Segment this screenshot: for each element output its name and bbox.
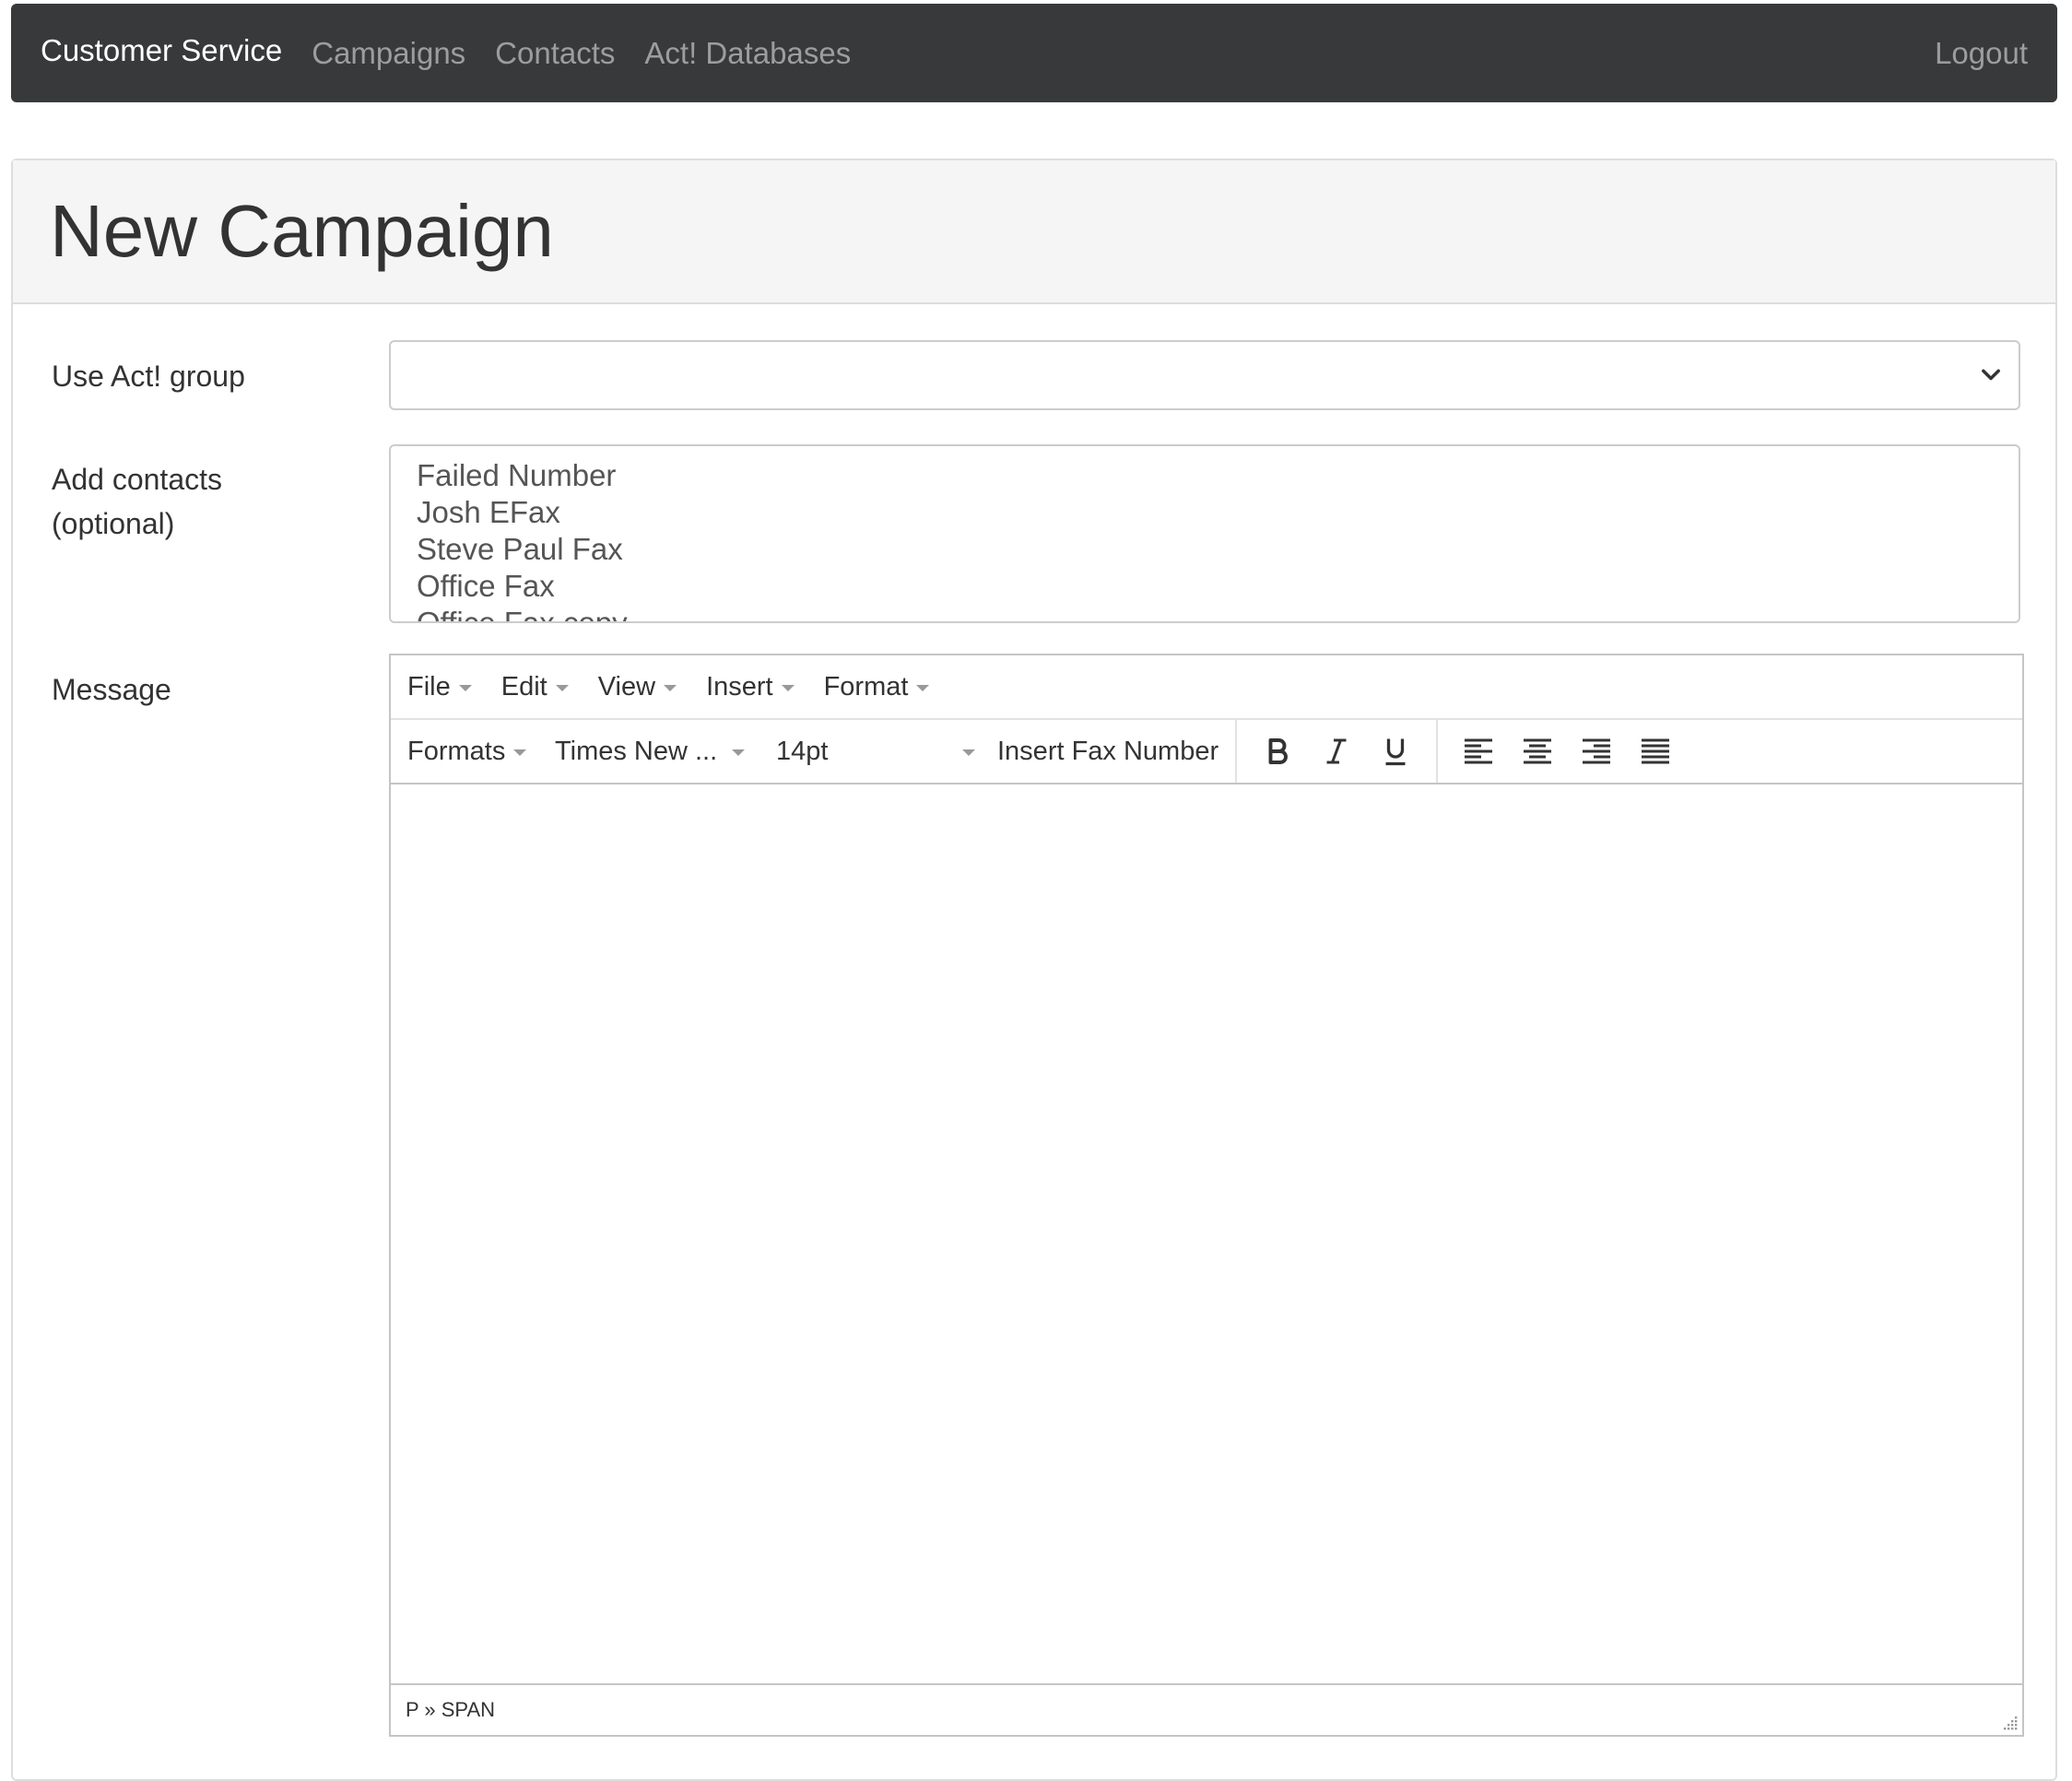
align-left-icon [1465,738,1493,764]
editor-toolbar: Formats Times New ... 14pt Insert Fax Nu… [391,720,2022,784]
group-label: Use Act! group [52,360,245,393]
align-right-button[interactable] [1567,725,1626,777]
formats-dropdown[interactable]: Formats [407,720,555,783]
logout-link[interactable]: Logout [1935,36,2028,71]
act-group-select[interactable] [389,340,2020,410]
bold-icon [1268,738,1289,764]
resize-handle-icon[interactable] [2000,1713,2019,1731]
menu-file-label: File [407,671,451,702]
alignment-group [1438,720,1696,783]
element-path[interactable]: P » SPAN [406,1698,495,1722]
insert-fax-number-button[interactable]: Insert Fax Number [997,720,1238,783]
contacts-label-line1: Add contacts [52,463,222,496]
menu-format[interactable]: Format [824,672,930,702]
caret-down-icon [732,749,746,756]
formats-label: Formats [407,736,506,766]
align-left-button[interactable] [1449,725,1508,777]
chevron-down-icon [1982,369,2000,381]
menu-view-label: View [597,671,656,702]
caret-down-icon [555,685,569,691]
align-justify-button[interactable] [1626,725,1685,777]
contact-option[interactable]: Failed Number [417,457,1993,494]
font-size-value: 14pt [776,736,829,766]
menu-view[interactable]: View [598,672,677,702]
underline-button[interactable] [1366,725,1425,777]
top-navbar: Customer Service Campaigns Contacts Act!… [11,4,2057,102]
page-title: New Campaign [50,190,554,272]
editor-statusbar: P » SPAN [391,1683,2022,1735]
contact-option[interactable]: Josh EFax [417,494,1993,531]
nav-contacts[interactable]: Contacts [495,36,615,71]
caret-down-icon [781,685,795,691]
align-right-icon [1583,738,1611,764]
align-center-button[interactable] [1508,725,1567,777]
message-editor: File Edit View Insert Format Formats Tim… [389,654,2024,1737]
caret-down-icon [916,685,930,691]
campaign-panel: New Campaign Use Act! group Add contacts… [11,159,2057,1781]
underline-icon [1385,738,1406,766]
contact-option[interactable]: Office Fax copy [417,605,1993,621]
nav-campaigns[interactable]: Campaigns [312,36,465,71]
panel-heading: New Campaign [13,160,2055,304]
italic-button[interactable] [1307,725,1366,777]
menu-insert[interactable]: Insert [706,672,795,702]
align-justify-icon [1642,738,1670,764]
contacts-label-line2: (optional) [52,507,175,540]
font-family-dropdown[interactable]: Times New ... [555,720,776,783]
italic-icon [1326,738,1347,764]
menu-edit[interactable]: Edit [501,672,569,702]
caret-down-icon [458,685,472,691]
contact-option[interactable]: Steve Paul Fax [417,531,1993,568]
text-style-group [1237,720,1439,783]
menu-insert-label: Insert [706,671,773,702]
menu-file[interactable]: File [407,672,472,702]
brand-link[interactable]: Customer Service [41,33,282,68]
bold-button[interactable] [1248,725,1307,777]
message-label: Message [52,673,171,706]
caret-down-icon [664,685,677,691]
caret-down-icon [962,749,975,756]
font-size-dropdown[interactable]: 14pt [776,720,997,783]
align-center-icon [1524,738,1552,764]
contacts-multiselect[interactable]: Failed Number Josh EFax Steve Paul Fax O… [389,444,2020,623]
editor-content-area[interactable] [391,784,2022,1683]
menu-format-label: Format [823,671,909,702]
nav-act-databases[interactable]: Act! Databases [644,36,851,71]
contacts-label: Add contacts (optional) [52,457,222,546]
contact-option[interactable]: Office Fax [417,568,1993,605]
font-family-value: Times New ... [555,736,718,766]
menu-edit-label: Edit [500,671,547,702]
caret-down-icon [513,749,527,756]
editor-menubar: File Edit View Insert Format [391,655,2022,720]
